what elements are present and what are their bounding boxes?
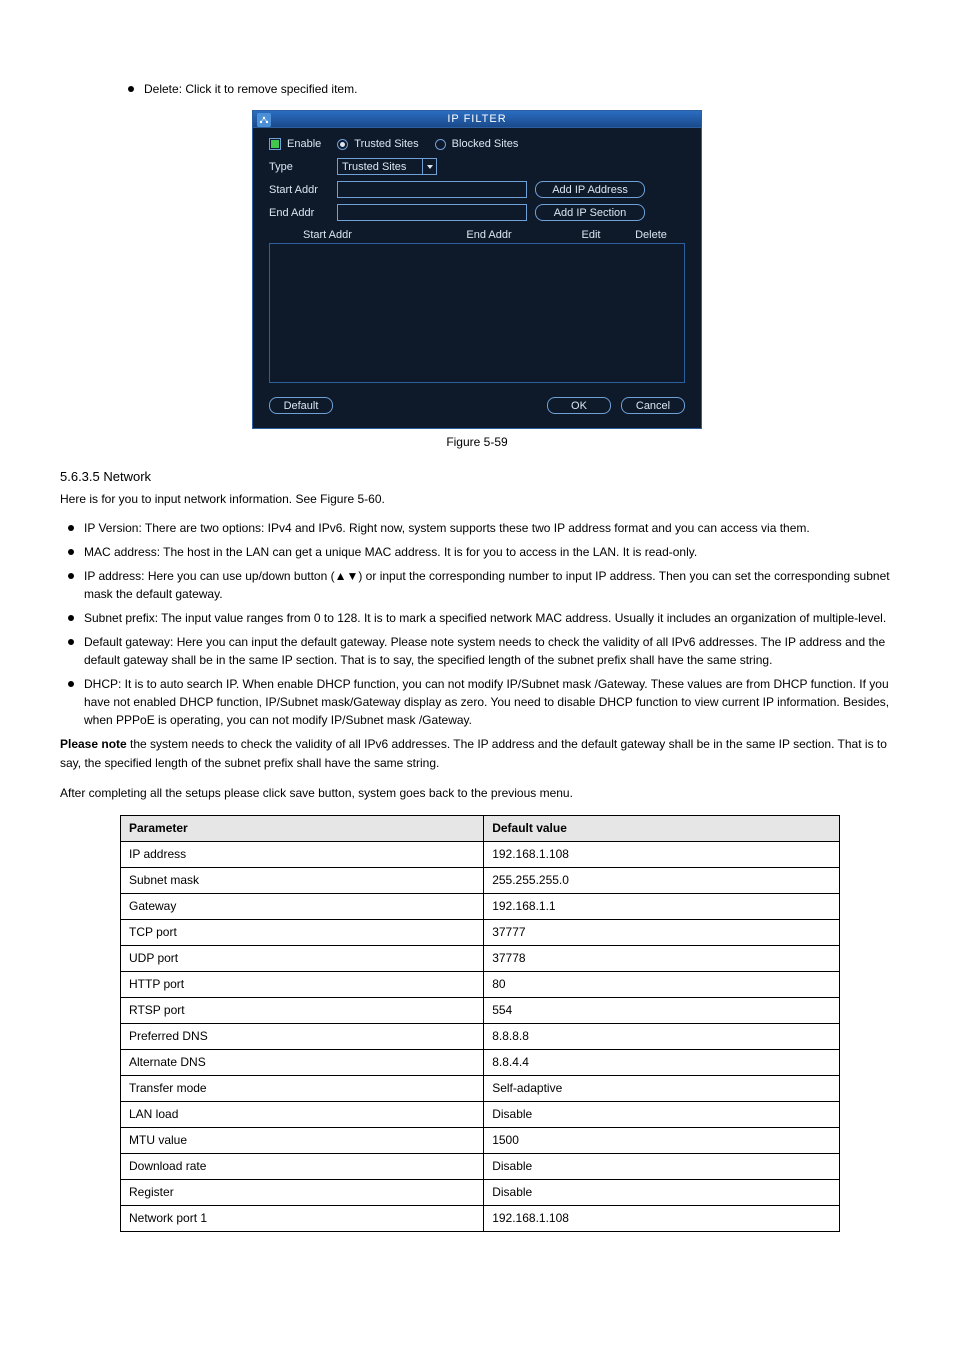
table-cell: 1500 xyxy=(484,1127,840,1153)
table-cell: 192.168.1.108 xyxy=(484,841,840,867)
table-cell: LAN load xyxy=(121,1101,484,1127)
table-row: TCP port37777 xyxy=(121,919,840,945)
cancel-button[interactable]: Cancel xyxy=(621,397,685,414)
table-cell: 554 xyxy=(484,997,840,1023)
enable-checkbox[interactable] xyxy=(269,138,281,150)
col-edit: Edit xyxy=(561,229,621,241)
blocked-sites-label: Blocked Sites xyxy=(452,138,519,150)
type-value: Trusted Sites xyxy=(342,161,406,173)
table-cell: Alternate DNS xyxy=(121,1049,484,1075)
table-row: HTTP port80 xyxy=(121,971,840,997)
table-cell: IP address xyxy=(121,841,484,867)
table-cell: HTTP port xyxy=(121,971,484,997)
table-row: IP address192.168.1.108 xyxy=(121,841,840,867)
table-cell: RTSP port xyxy=(121,997,484,1023)
table-row: LAN loadDisable xyxy=(121,1101,840,1127)
table-cell: UDP port xyxy=(121,945,484,971)
table-cell: 255.255.255.0 xyxy=(484,867,840,893)
table-row: Subnet mask255.255.255.0 xyxy=(121,867,840,893)
table-row: MTU value1500 xyxy=(121,1127,840,1153)
col-delete: Delete xyxy=(621,229,681,241)
start-addr-label: Start Addr xyxy=(269,184,329,196)
table-row: RTSP port554 xyxy=(121,997,840,1023)
table-row: Alternate DNS8.8.4.4 xyxy=(121,1049,840,1075)
list-item: IP Version: There are two options: IPv4 … xyxy=(60,519,894,537)
add-ip-address-button[interactable]: Add IP Address xyxy=(535,181,645,198)
table-row: RegisterDisable xyxy=(121,1179,840,1205)
table-head-default: Default value xyxy=(484,815,840,841)
closing-paragraph: After completing all the setups please c… xyxy=(60,784,894,803)
type-label: Type xyxy=(269,161,329,173)
feature-bullets: IP Version: There are two options: IPv4 … xyxy=(60,519,894,729)
defaults-table: Parameter Default value IP address192.16… xyxy=(120,815,840,1232)
table-cell: 37778 xyxy=(484,945,840,971)
table-cell: Subnet mask xyxy=(121,867,484,893)
blocked-sites-radio[interactable] xyxy=(435,139,446,150)
list-item: Default gateway: Here you can input the … xyxy=(60,633,894,669)
table-cell: 8.8.4.4 xyxy=(484,1049,840,1075)
list-area xyxy=(269,243,685,383)
table-cell: 80 xyxy=(484,971,840,997)
list-item: DHCP: It is to auto search IP. When enab… xyxy=(60,675,894,729)
table-row: UDP port37778 xyxy=(121,945,840,971)
intro-paragraph: Here is for you to input network informa… xyxy=(60,490,894,509)
ip-filter-dialog: IP FILTER Enable Trusted Sites Blocked S… xyxy=(252,110,702,429)
table-cell: Gateway xyxy=(121,893,484,919)
table-cell: Preferred DNS xyxy=(121,1023,484,1049)
add-ip-section-button[interactable]: Add IP Section xyxy=(535,204,645,221)
table-cell: 192.168.1.108 xyxy=(484,1205,840,1231)
table-cell: MTU value xyxy=(121,1127,484,1153)
list-header: Start Addr End Addr Edit Delete xyxy=(269,229,685,241)
bullet-delete: Delete: Click it to remove specified ite… xyxy=(120,80,894,98)
table-cell: Disable xyxy=(484,1179,840,1205)
table-row: Network port 1192.168.1.108 xyxy=(121,1205,840,1231)
table-cell: TCP port xyxy=(121,919,484,945)
table-cell: 192.168.1.1 xyxy=(484,893,840,919)
list-item: MAC address: The host in the LAN can get… xyxy=(60,543,894,561)
note-paragraph: Please note the system needs to check th… xyxy=(60,735,894,773)
table-head-parameter: Parameter xyxy=(121,815,484,841)
figure-caption: Figure 5-59 xyxy=(60,435,894,449)
ok-button[interactable]: OK xyxy=(547,397,611,414)
enable-label: Enable xyxy=(287,138,321,150)
table-cell: Download rate xyxy=(121,1153,484,1179)
table-cell: Disable xyxy=(484,1153,840,1179)
chevron-down-icon xyxy=(422,159,436,174)
trusted-sites-label: Trusted Sites xyxy=(354,138,418,150)
default-button[interactable]: Default xyxy=(269,397,333,414)
type-select[interactable]: Trusted Sites xyxy=(337,158,437,175)
note-bold: Please note xyxy=(60,737,130,751)
table-cell: Self-adaptive xyxy=(484,1075,840,1101)
col-end-addr: End Addr xyxy=(417,229,561,241)
table-cell: Network port 1 xyxy=(121,1205,484,1231)
dialog-title-text: IP FILTER xyxy=(447,113,506,125)
section-heading: 5.6.3.5 Network xyxy=(60,469,894,484)
col-start-addr: Start Addr xyxy=(273,229,417,241)
table-row: Download rateDisable xyxy=(121,1153,840,1179)
table-cell: 8.8.8.8 xyxy=(484,1023,840,1049)
table-cell: Disable xyxy=(484,1101,840,1127)
list-item: IP address: Here you can use up/down but… xyxy=(60,567,894,603)
end-addr-label: End Addr xyxy=(269,207,329,219)
table-row: Preferred DNS8.8.8.8 xyxy=(121,1023,840,1049)
table-row: Gateway192.168.1.1 xyxy=(121,893,840,919)
dialog-title-bar: IP FILTER xyxy=(253,111,701,128)
table-cell: 37777 xyxy=(484,919,840,945)
table-row: Transfer modeSelf-adaptive xyxy=(121,1075,840,1101)
start-addr-input[interactable] xyxy=(337,181,527,198)
table-cell: Transfer mode xyxy=(121,1075,484,1101)
trusted-sites-radio[interactable] xyxy=(337,139,348,150)
note-rest: the system needs to check the validity o… xyxy=(60,737,887,770)
end-addr-input[interactable] xyxy=(337,204,527,221)
table-cell: Register xyxy=(121,1179,484,1205)
list-item: Subnet prefix: The input value ranges fr… xyxy=(60,609,894,627)
network-icon xyxy=(257,113,271,127)
